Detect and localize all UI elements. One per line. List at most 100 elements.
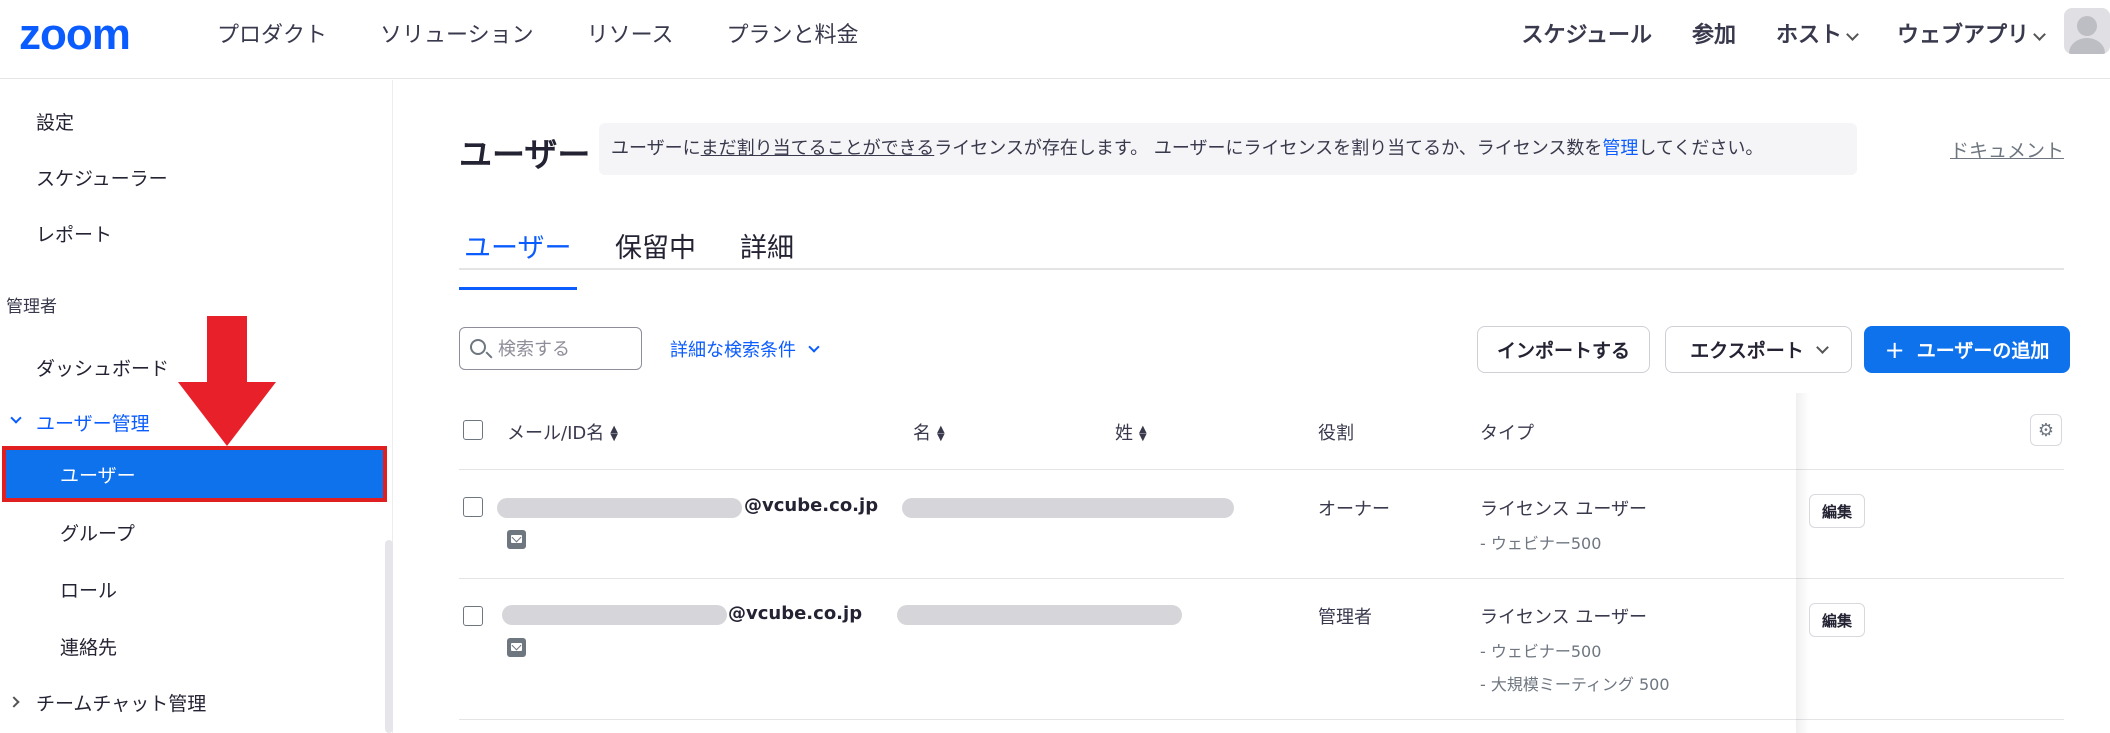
row-type: ライセンス ユーザー [1480, 607, 1648, 628]
edit-button[interactable]: 編集 [1809, 603, 1865, 637]
import-button[interactable]: インポートする [1477, 326, 1650, 373]
gear-icon[interactable]: ⚙ [2030, 414, 2062, 446]
edit-button-label: 編集 [1821, 611, 1852, 630]
row-checkbox[interactable] [463, 606, 483, 626]
sidebar-section-admin: 管理者 [6, 297, 57, 317]
avatar-head-icon [2077, 16, 2097, 36]
active-tab-indicator [459, 287, 577, 290]
sidebar-item-roles[interactable]: ロール [60, 578, 117, 604]
column-header-last-name[interactable]: 姓 ▲ ▼ [1115, 419, 1147, 445]
row-type-detail: - ウェビナー500 [1480, 642, 1602, 661]
edit-button[interactable]: 編集 [1809, 494, 1865, 528]
chevron-down-icon [1846, 27, 1859, 41]
row-email-domain[interactable]: @vcube.co.jp [744, 495, 878, 516]
column-header-last-name-label: 姓 [1115, 423, 1133, 444]
nav-products[interactable]: プロダクト [217, 20, 327, 52]
sidebar-item-user-management[interactable]: ユーザー管理 [36, 411, 150, 437]
page-title: ユーザー [459, 135, 591, 174]
nav-right: スケジュール 参加 ホスト ウェブアプリ [1481, 20, 2046, 52]
nav-schedule[interactable]: スケジュール [1521, 20, 1651, 52]
row-divider [459, 578, 2064, 579]
plus-icon: + [1884, 335, 1905, 364]
search-box[interactable] [459, 327, 642, 370]
nav-solutions[interactable]: ソリューション [380, 20, 534, 52]
notice-text-3: してください。 [1638, 138, 1764, 159]
row-type-detail: - 大規模ミーティング 500 [1480, 675, 1670, 694]
nav-resources[interactable]: リソース [587, 20, 674, 52]
column-header-email-label: メール/ID名 [507, 423, 605, 444]
sidebar-item-team-chat[interactable]: チームチャット管理 [36, 691, 206, 717]
sidebar-item-settings[interactable]: 設定 [36, 110, 74, 136]
row-type-detail: - ウェビナー500 [1480, 534, 1602, 553]
search-input[interactable] [498, 335, 638, 363]
chevron-down-icon [2033, 27, 2046, 41]
mail-icon [507, 638, 526, 657]
redacted-name [897, 605, 1182, 625]
sidebar-item-reports[interactable]: レポート [36, 222, 112, 248]
row-role: 管理者 [1318, 607, 1372, 628]
sidebar-scrollbar[interactable] [385, 540, 393, 733]
advanced-search-toggle[interactable]: 詳細な検索条件 [670, 336, 820, 362]
export-button-label: エクスポート [1690, 340, 1804, 362]
notice-text-1: ユーザーに [611, 138, 701, 159]
export-button[interactable]: エクスポート [1665, 326, 1852, 373]
add-user-button[interactable]: + ユーザーの追加 [1864, 326, 2070, 373]
tab-users[interactable]: ユーザー [464, 226, 571, 265]
sidebar-item-dashboard[interactable]: ダッシュボード [36, 356, 169, 382]
sidebar-item-groups[interactable]: グループ [60, 521, 135, 547]
zoom-logo[interactable]: zoom [19, 13, 131, 57]
sticky-column-shadow [1796, 393, 1810, 733]
documentation-link[interactable]: ドキュメント [1950, 136, 2064, 163]
import-button-label: インポートする [1496, 340, 1630, 362]
column-header-first-name-label: 名 [913, 423, 931, 444]
chevron-down-icon [1815, 341, 1829, 354]
edit-button-label: 編集 [1821, 502, 1852, 521]
license-notice: ユーザーにまだ割り当てることができるライセンスが存在します。 ユーザーにライセン… [599, 123, 1857, 175]
column-header-role: 役割 [1318, 423, 1354, 444]
redacted-email [502, 605, 727, 625]
sidebar-item-contacts[interactable]: 連絡先 [60, 635, 117, 661]
nav-join[interactable]: 参加 [1692, 20, 1736, 52]
sidebar-item-users-label: ユーザー [60, 465, 136, 487]
sort-icon: ▲ ▼ [1139, 424, 1147, 443]
tab-advanced[interactable]: 詳細 [740, 226, 794, 265]
nav-web-app[interactable]: ウェブアプリ [1896, 20, 2046, 52]
chevron-down-icon[interactable] [10, 412, 22, 424]
sort-icon: ▲ ▼ [937, 424, 945, 443]
column-header-email[interactable]: メール/ID名 ▲ ▼ [507, 419, 618, 445]
select-all-checkbox[interactable] [463, 420, 483, 440]
row-email-domain[interactable]: @vcube.co.jp [728, 603, 862, 624]
sort-icon: ▲ ▼ [610, 424, 618, 443]
mail-icon [507, 530, 526, 549]
tab-bar [459, 210, 2064, 270]
tab-pending[interactable]: 保留中 [615, 226, 696, 265]
main-content: ユーザー ユーザーにまだ割り当てることができるライセンスが存在します。 ユーザー… [394, 80, 2110, 733]
notice-manage-link[interactable]: 管理 [1602, 138, 1638, 159]
sidebar-item-users[interactable]: ユーザー [2, 446, 387, 502]
nav-host[interactable]: ホスト [1775, 20, 1859, 52]
nav-host-label: ホスト [1775, 23, 1842, 48]
red-arrow-down-icon [178, 316, 276, 446]
nav-left: プロダクト ソリューション リソース プランと料金 [217, 20, 912, 52]
notice-text-2: ライセンスが存在します。 ユーザーにライセンスを割り当てるか、ライセンス数を [934, 138, 1603, 159]
column-header-first-name[interactable]: 名 ▲ ▼ [913, 419, 945, 445]
row-divider [459, 719, 2064, 720]
notice-unassigned-link[interactable]: まだ割り当てることができる [701, 138, 935, 159]
redacted-name [902, 498, 1234, 518]
advanced-search-label: 詳細な検索条件 [670, 340, 796, 361]
column-header-type: タイプ [1480, 423, 1534, 444]
row-divider [459, 469, 2064, 470]
sidebar-item-scheduler[interactable]: スケジューラー [36, 166, 168, 192]
row-role: オーナー [1318, 499, 1390, 520]
nav-pricing[interactable]: プランと料金 [726, 20, 858, 52]
chevron-right-icon[interactable] [8, 696, 20, 708]
nav-web-app-label: ウェブアプリ [1896, 23, 2029, 48]
search-icon [470, 339, 486, 355]
avatar[interactable] [2064, 8, 2110, 54]
top-navigation: zoom プロダクト ソリューション リソース プランと料金 スケジュール 参加… [0, 0, 2110, 79]
redacted-email [497, 498, 742, 518]
row-checkbox[interactable] [463, 497, 483, 517]
add-user-button-label: ユーザーの追加 [1916, 340, 2050, 362]
avatar-body-icon [2069, 38, 2105, 54]
chevron-down-icon [808, 341, 820, 353]
